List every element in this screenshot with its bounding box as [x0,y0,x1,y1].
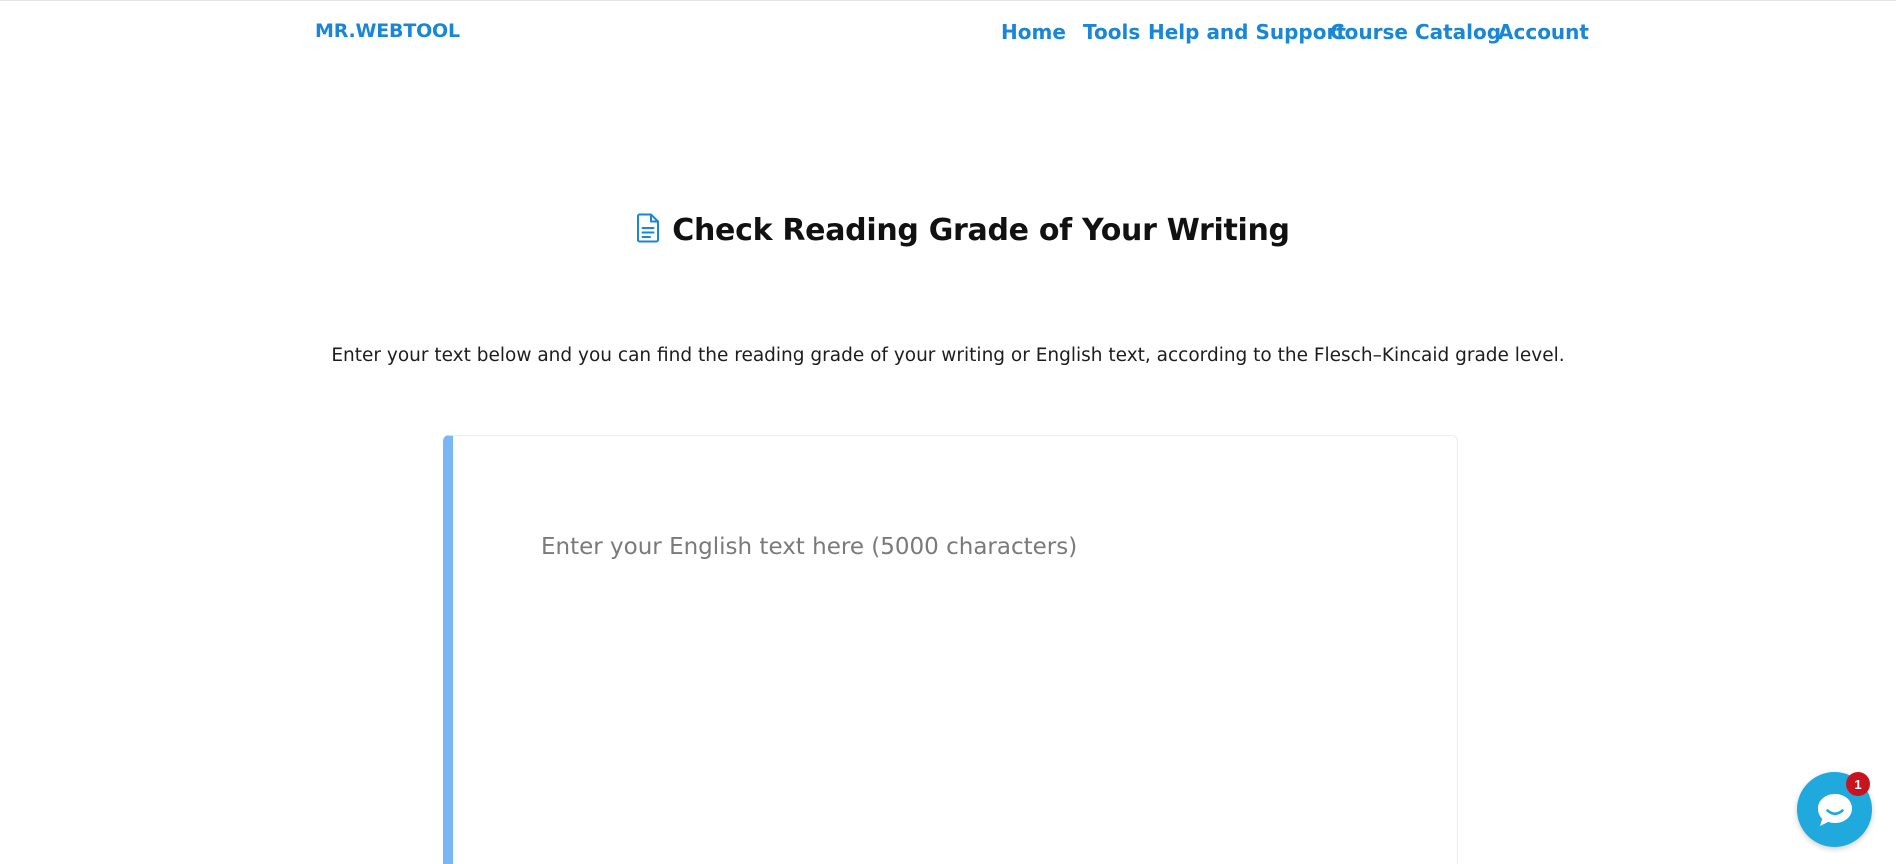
brand-logo[interactable]: MR.WEBTOOL [315,20,460,42]
chat-bubble-icon [1818,794,1852,826]
nav-account[interactable]: Account [1498,20,1589,44]
chat-notification-badge: 1 [1846,772,1870,796]
english-text-input[interactable] [539,532,1423,836]
nav-course-catalog[interactable]: Course Catalog [1330,20,1501,44]
page-heading: Check Reading Grade of Your Writing [0,213,1896,248]
text-editor-card [443,435,1458,864]
nav-help-and-support[interactable]: Help and Support [1148,20,1346,44]
page-description: Enter your text below and you can find t… [331,345,1565,366]
nav-tools[interactable]: Tools [1083,20,1140,44]
document-icon [637,213,660,242]
nav-home[interactable]: Home [1001,20,1066,44]
page-heading-inner: Check Reading Grade of Your Writing [636,213,1290,248]
page-title: Check Reading Grade of Your Writing [672,213,1290,248]
